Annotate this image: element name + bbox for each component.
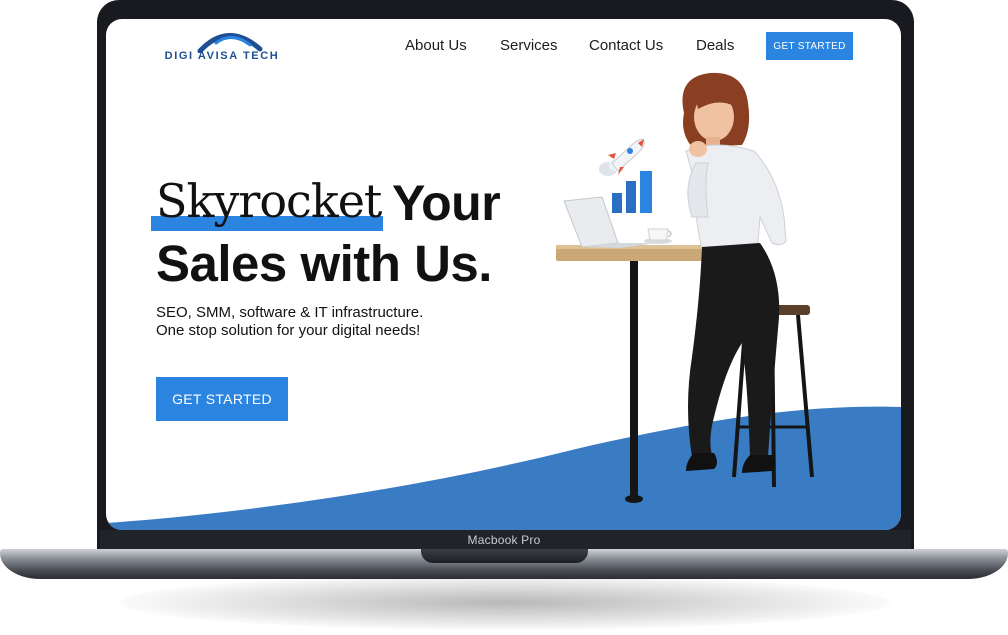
brand-logo[interactable]: DIGI AVISA TECH	[158, 25, 286, 65]
hero-subtext: SEO, SMM, software & IT infrastructure. …	[156, 304, 424, 339]
coffee-cup-icon	[644, 228, 672, 244]
headline-bold-line-1: Your	[392, 175, 501, 231]
arc-swoosh-icon	[197, 33, 263, 53]
woman-figure	[682, 72, 787, 473]
laptop-notch	[421, 549, 588, 563]
headline-bold-line-2: Sales with Us.	[156, 235, 492, 292]
nav-link-deals[interactable]: Deals	[696, 37, 734, 54]
nav-link-contact-us[interactable]: Contact Us	[589, 37, 663, 54]
brand-logo-text: DIGI AVISA TECH	[164, 50, 280, 62]
laptop-screen: DIGI AVISA TECH About Us Services Contac…	[106, 19, 901, 530]
laptop-shadow	[120, 575, 890, 630]
hero-illustration	[556, 72, 814, 503]
device-model-label: Macbook Pro	[467, 533, 541, 547]
headline-script-word: Skyrocket	[156, 174, 382, 228]
nav-link-about-us[interactable]: About Us	[405, 37, 467, 54]
nav-get-started-button[interactable]: GET STARTED	[766, 32, 853, 60]
rocket-icon	[599, 138, 645, 176]
hero-get-started-button[interactable]: GET STARTED	[156, 377, 288, 421]
nav-link-services[interactable]: Services	[500, 37, 558, 54]
bar-chart-icon	[612, 171, 652, 213]
